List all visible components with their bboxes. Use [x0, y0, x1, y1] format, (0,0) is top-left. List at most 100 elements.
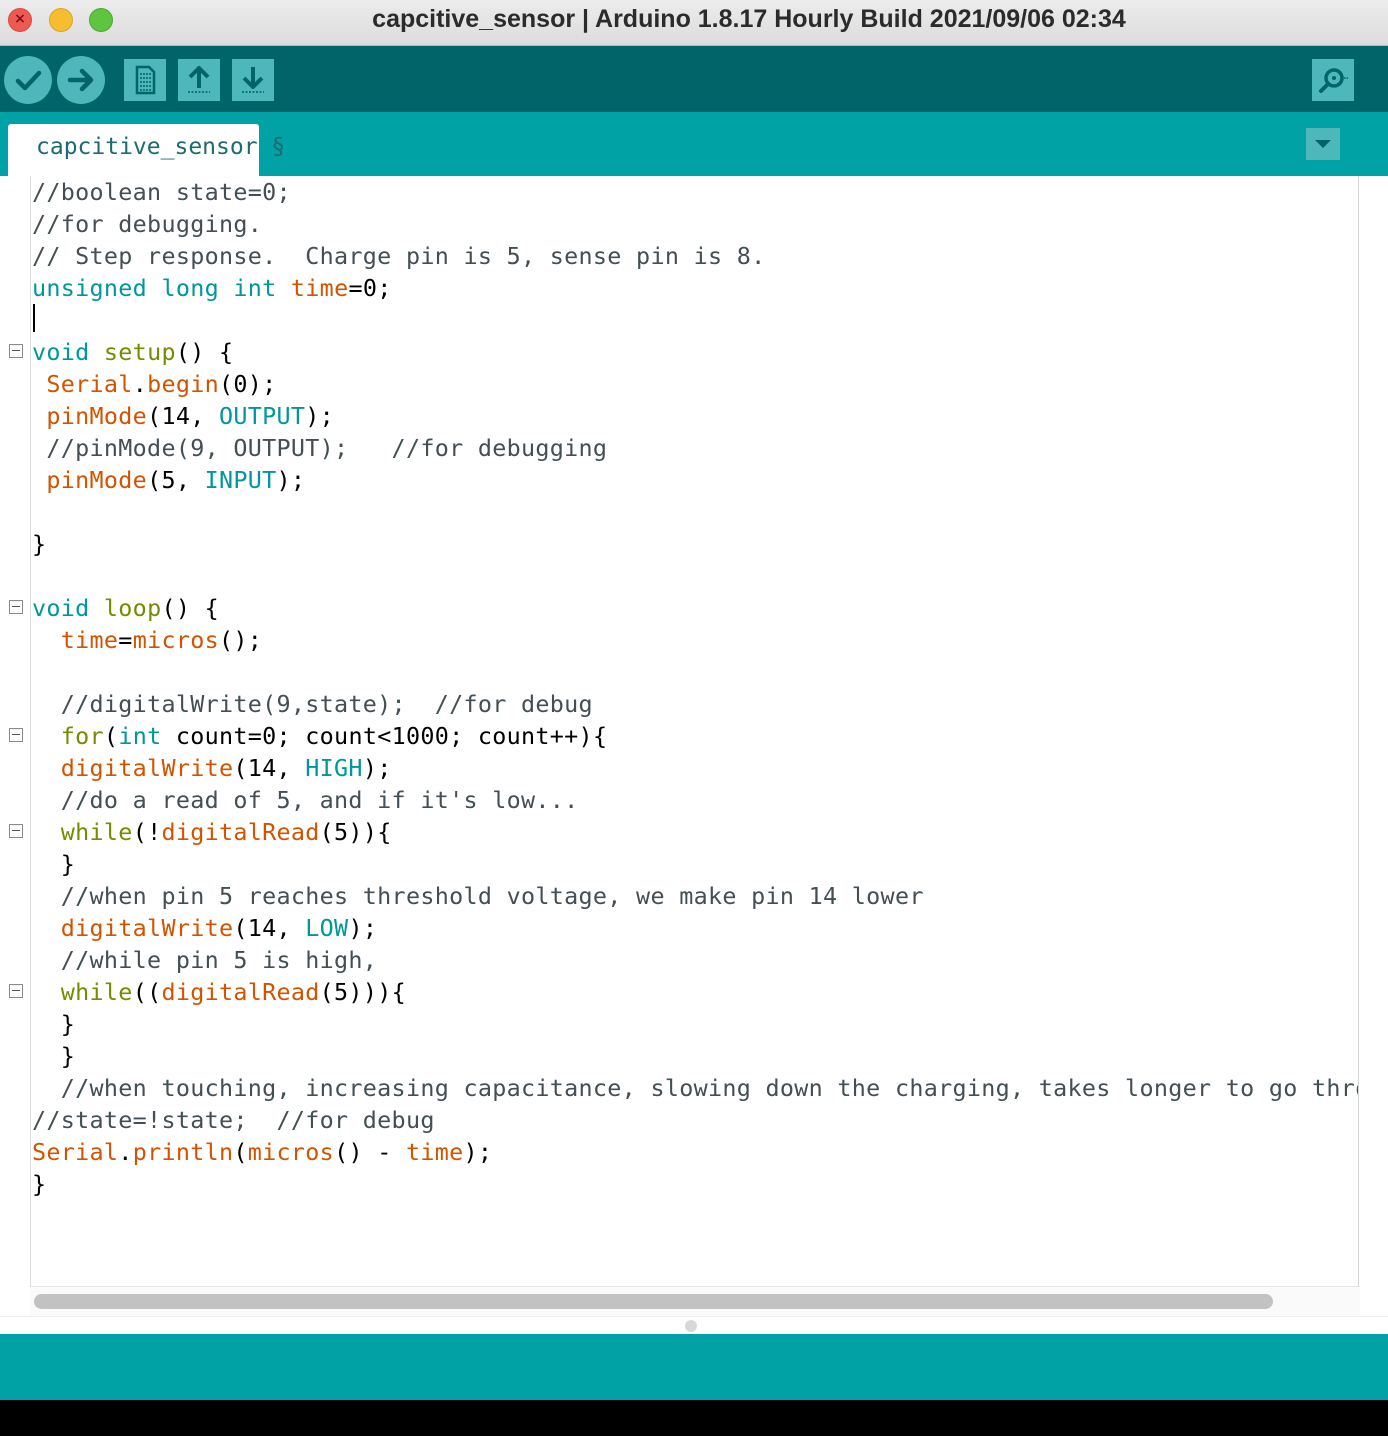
code-line[interactable]: void loop() { — [32, 592, 219, 624]
check-icon — [15, 70, 42, 91]
code-line[interactable]: } — [32, 1168, 46, 1200]
code-token: LOW — [305, 914, 349, 942]
code-token: ); — [305, 402, 335, 430]
code-line[interactable]: //for debugging. — [32, 208, 262, 240]
editor-gutter — [0, 176, 30, 1286]
code-token: (5))){ — [319, 978, 406, 1006]
tab-menu-button[interactable] — [1306, 128, 1340, 160]
code-token: } — [32, 1042, 76, 1070]
console-area — [0, 1400, 1388, 1436]
code-token: time — [405, 1138, 464, 1166]
code-line[interactable]: //while pin 5 is high, — [32, 944, 377, 976]
code-line[interactable]: unsigned long int time=0; — [32, 272, 392, 304]
new-file-icon — [135, 65, 156, 95]
code-token: begin — [147, 370, 219, 398]
tab-label: capcitive_sensor § — [36, 134, 286, 160]
code-line[interactable]: while((digitalRead(5))){ — [32, 976, 406, 1008]
tab-capcitive-sensor[interactable]: capcitive_sensor § — [8, 124, 285, 176]
code-token: (); — [218, 626, 263, 654]
splitter-handle[interactable] — [685, 1320, 697, 1332]
code-token: pinMode — [46, 466, 148, 494]
fold-toggle-icon[interactable] — [9, 600, 23, 614]
code-token: (0); — [219, 370, 277, 398]
serial-monitor-button[interactable] — [1312, 59, 1354, 101]
verify-button[interactable] — [4, 56, 52, 104]
code-token: count=0; count<1000; count++){ — [161, 722, 608, 750]
code-token: (5)){ — [319, 818, 392, 846]
fold-toggle-icon[interactable] — [9, 984, 23, 998]
code-token: (( — [132, 978, 162, 1006]
code-line[interactable]: Serial.println(micros() - time); — [32, 1136, 492, 1168]
code-token: ( — [103, 722, 119, 750]
code-line[interactable]: } — [32, 528, 46, 560]
code-token: = — [118, 626, 133, 654]
arrow-down-icon — [242, 67, 264, 93]
close-icon: × — [14, 11, 26, 27]
code-line[interactable]: //do a read of 5, and if it's low... — [32, 784, 579, 816]
horizontal-scrollbar[interactable] — [0, 1286, 1388, 1316]
console-splitter[interactable] — [0, 1316, 1388, 1334]
code-editor[interactable]: //boolean state=0; //for debugging. // Ste… — [0, 176, 1388, 1286]
code-line[interactable]: for(int count=0; count<1000; count++){ — [32, 720, 607, 752]
code-line[interactable]: } — [32, 1040, 75, 1072]
code-line[interactable]: // Step response. Charge pin is 5, sense… — [32, 240, 766, 272]
code-line[interactable]: pinMode(14, OUTPUT); — [32, 400, 334, 432]
code-token: // Step response. Charge pin is 5, sense… — [32, 242, 766, 270]
close-window-button[interactable]: × — [8, 8, 32, 32]
code-line[interactable]: time=micros(); — [32, 624, 262, 656]
arrow-up-icon — [188, 66, 210, 93]
code-token: //do a read of 5, and if it's low... — [32, 786, 579, 814]
code-line[interactable]: } — [32, 848, 75, 880]
code-token: while — [60, 818, 133, 846]
code-token: () { — [161, 594, 219, 622]
code-token: Serial — [46, 370, 133, 398]
code-line[interactable]: //pinMode(9, OUTPUT); //for debugging — [32, 432, 607, 464]
code-line[interactable]: digitalWrite(14, LOW); — [32, 912, 377, 944]
new-sketch-button[interactable] — [124, 59, 166, 101]
code-token: (14, — [233, 754, 306, 782]
open-sketch-button[interactable] — [178, 59, 220, 101]
code-line[interactable]: pinMode(5, INPUT); — [32, 464, 305, 496]
scrollbar-thumb[interactable] — [34, 1294, 1273, 1309]
code-line[interactable]: } — [32, 1008, 75, 1040]
code-line[interactable]: digitalWrite(14, HIGH); — [32, 752, 392, 784]
toolbar — [0, 46, 1388, 112]
code-token: (14, — [147, 402, 219, 430]
code-token: } — [32, 530, 47, 558]
upload-button[interactable] — [57, 56, 105, 104]
code-token: int — [118, 722, 162, 750]
fold-toggle-icon[interactable] — [9, 824, 23, 838]
fold-toggle-icon[interactable] — [9, 344, 23, 358]
code-line[interactable]: Serial.begin(0); — [32, 368, 277, 400]
fold-toggle-icon[interactable] — [9, 728, 23, 742]
maximize-window-button[interactable] — [89, 8, 113, 32]
code-token: . — [132, 370, 148, 398]
code-line[interactable]: //state=!state; //for debug — [32, 1104, 435, 1136]
code-line[interactable]: //when touching, increasing capacitance,… — [32, 1072, 1358, 1104]
code-token: digitalWrite — [60, 754, 234, 782]
code-line[interactable]: //digitalWrite(9,state); //for debug — [32, 688, 593, 720]
minimize-window-button[interactable] — [49, 8, 73, 32]
save-sketch-button[interactable] — [232, 59, 274, 101]
code-token: //when touching, increasing capacitance,… — [32, 1074, 1358, 1102]
code-text-area[interactable]: //boolean state=0; //for debugging. // Ste… — [32, 176, 1358, 1286]
code-line[interactable]: void setup() { — [32, 336, 233, 368]
code-token: //boolean state=0; — [32, 178, 291, 206]
code-line[interactable]: //when pin 5 reaches threshold voltage, … — [32, 880, 924, 912]
code-token: digitalWrite — [60, 914, 234, 942]
code-token: setup — [103, 338, 176, 366]
code-line[interactable]: while(!digitalRead(5)){ — [32, 816, 392, 848]
code-token: digitalRead — [161, 978, 320, 1006]
code-token: Serial — [32, 1138, 119, 1166]
code-token: //while pin 5 is high, — [32, 946, 378, 974]
code-line[interactable]: //boolean state=0; — [32, 176, 291, 208]
code-token: while — [60, 978, 133, 1006]
